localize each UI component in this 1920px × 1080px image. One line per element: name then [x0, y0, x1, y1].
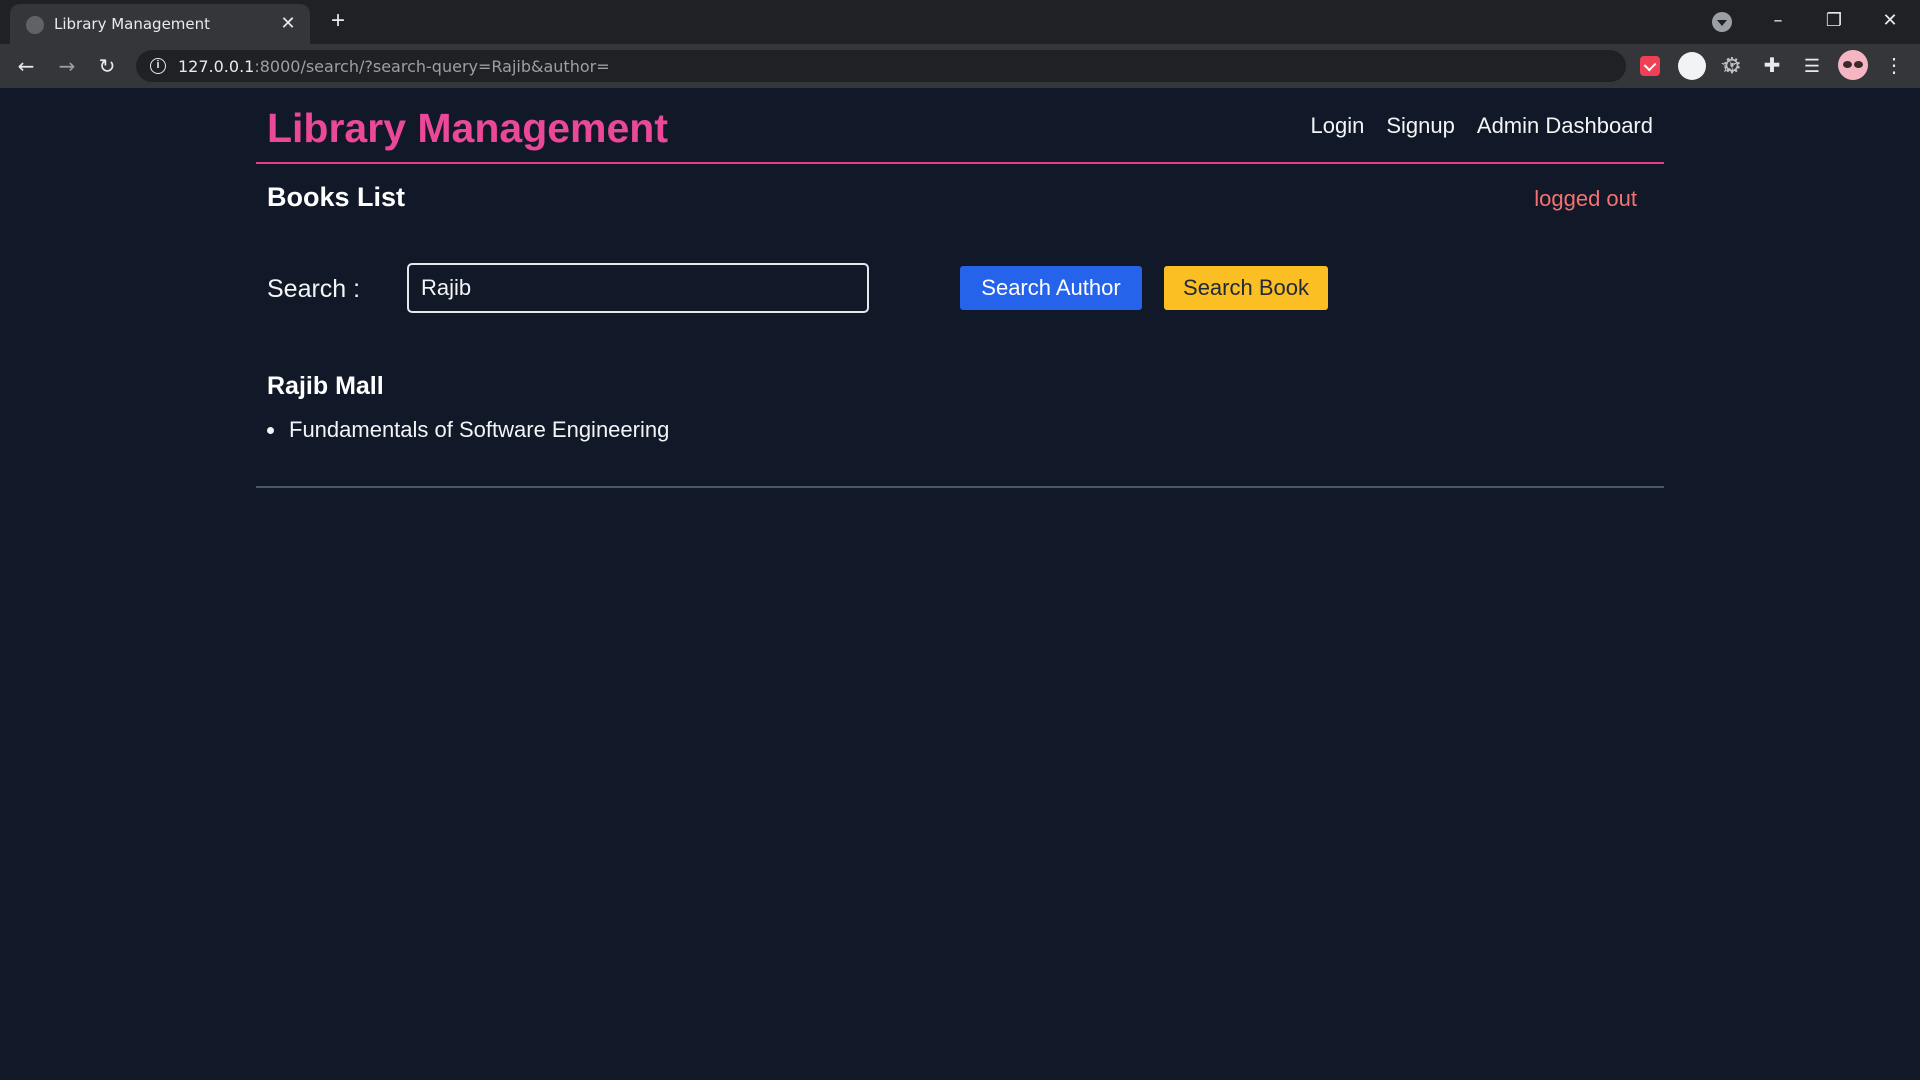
reload-icon[interactable]: ↻: [95, 54, 119, 78]
list-item: Fundamentals of Software Engineering: [267, 415, 1647, 445]
site-header: Library Management Login Signup Admin Da…: [256, 88, 1664, 164]
tab-search-icon[interactable]: [1712, 12, 1732, 32]
page-title: Books List: [267, 182, 406, 212]
forward-arrow-icon[interactable]: →: [55, 54, 79, 78]
info-icon[interactable]: i: [150, 58, 166, 74]
author-name: Rajib Mall: [267, 372, 384, 400]
browser-tab[interactable]: Library Management ✕: [10, 4, 310, 44]
brand-title[interactable]: Library Management: [267, 105, 668, 152]
search-input[interactable]: [407, 263, 869, 313]
book-title: Fundamentals of Software Engineering: [289, 417, 670, 442]
nav-admin-dashboard-link[interactable]: Admin Dashboard: [1477, 113, 1653, 139]
browser-tab-bar: Library Management ✕ + – ❐ ✕: [0, 0, 1920, 44]
puzzle-icon[interactable]: ✚: [1760, 54, 1784, 78]
search-label: Search :: [267, 275, 361, 303]
address-bar[interactable]: i 127.0.0.1:8000/search/?search-query=Ra…: [136, 50, 1738, 82]
search-book-button[interactable]: Search Book: [1164, 266, 1328, 310]
media-control-icon[interactable]: ☰: [1800, 54, 1824, 78]
tab-title: Library Management: [54, 15, 211, 33]
login-status: logged out: [1534, 186, 1637, 211]
maximize-icon[interactable]: ❐: [1814, 6, 1854, 36]
new-tab-icon[interactable]: +: [326, 9, 350, 33]
url-text: 127.0.0.1:8000/search/?search-query=Raji…: [178, 57, 610, 76]
search-author-button[interactable]: Search Author: [960, 266, 1142, 310]
globe-icon: [26, 16, 44, 34]
book-list: Fundamentals of Software Engineering: [267, 415, 1647, 445]
avatar[interactable]: [1838, 50, 1868, 80]
subheader: Books List logged out: [256, 182, 1664, 222]
page: Library Management Login Signup Admin Da…: [0, 88, 1920, 1080]
browser-toolbar: ← → ↻ i 127.0.0.1:8000/search/?search-qu…: [0, 44, 1920, 88]
nav-signup-link[interactable]: Signup: [1386, 113, 1455, 139]
pocket-icon[interactable]: [1640, 56, 1660, 76]
bullet-icon: [267, 427, 274, 434]
extension-circle-icon[interactable]: [1678, 52, 1706, 80]
kebab-menu-icon[interactable]: ⋮: [1884, 54, 1904, 78]
nav-links: Login Signup Admin Dashboard: [1311, 113, 1653, 139]
back-arrow-icon[interactable]: ←: [14, 54, 38, 78]
close-tab-icon[interactable]: ✕: [278, 13, 298, 33]
search-form: Search : Search Author Search Book: [256, 263, 1664, 315]
search-results: Rajib Mall Fundamentals of Software Engi…: [267, 372, 1647, 445]
nav-login-link[interactable]: Login: [1311, 113, 1365, 139]
divider: [256, 486, 1664, 488]
gear-icon[interactable]: ⚙: [1720, 54, 1744, 78]
minimize-icon[interactable]: –: [1758, 6, 1798, 36]
close-window-icon[interactable]: ✕: [1870, 6, 1910, 36]
